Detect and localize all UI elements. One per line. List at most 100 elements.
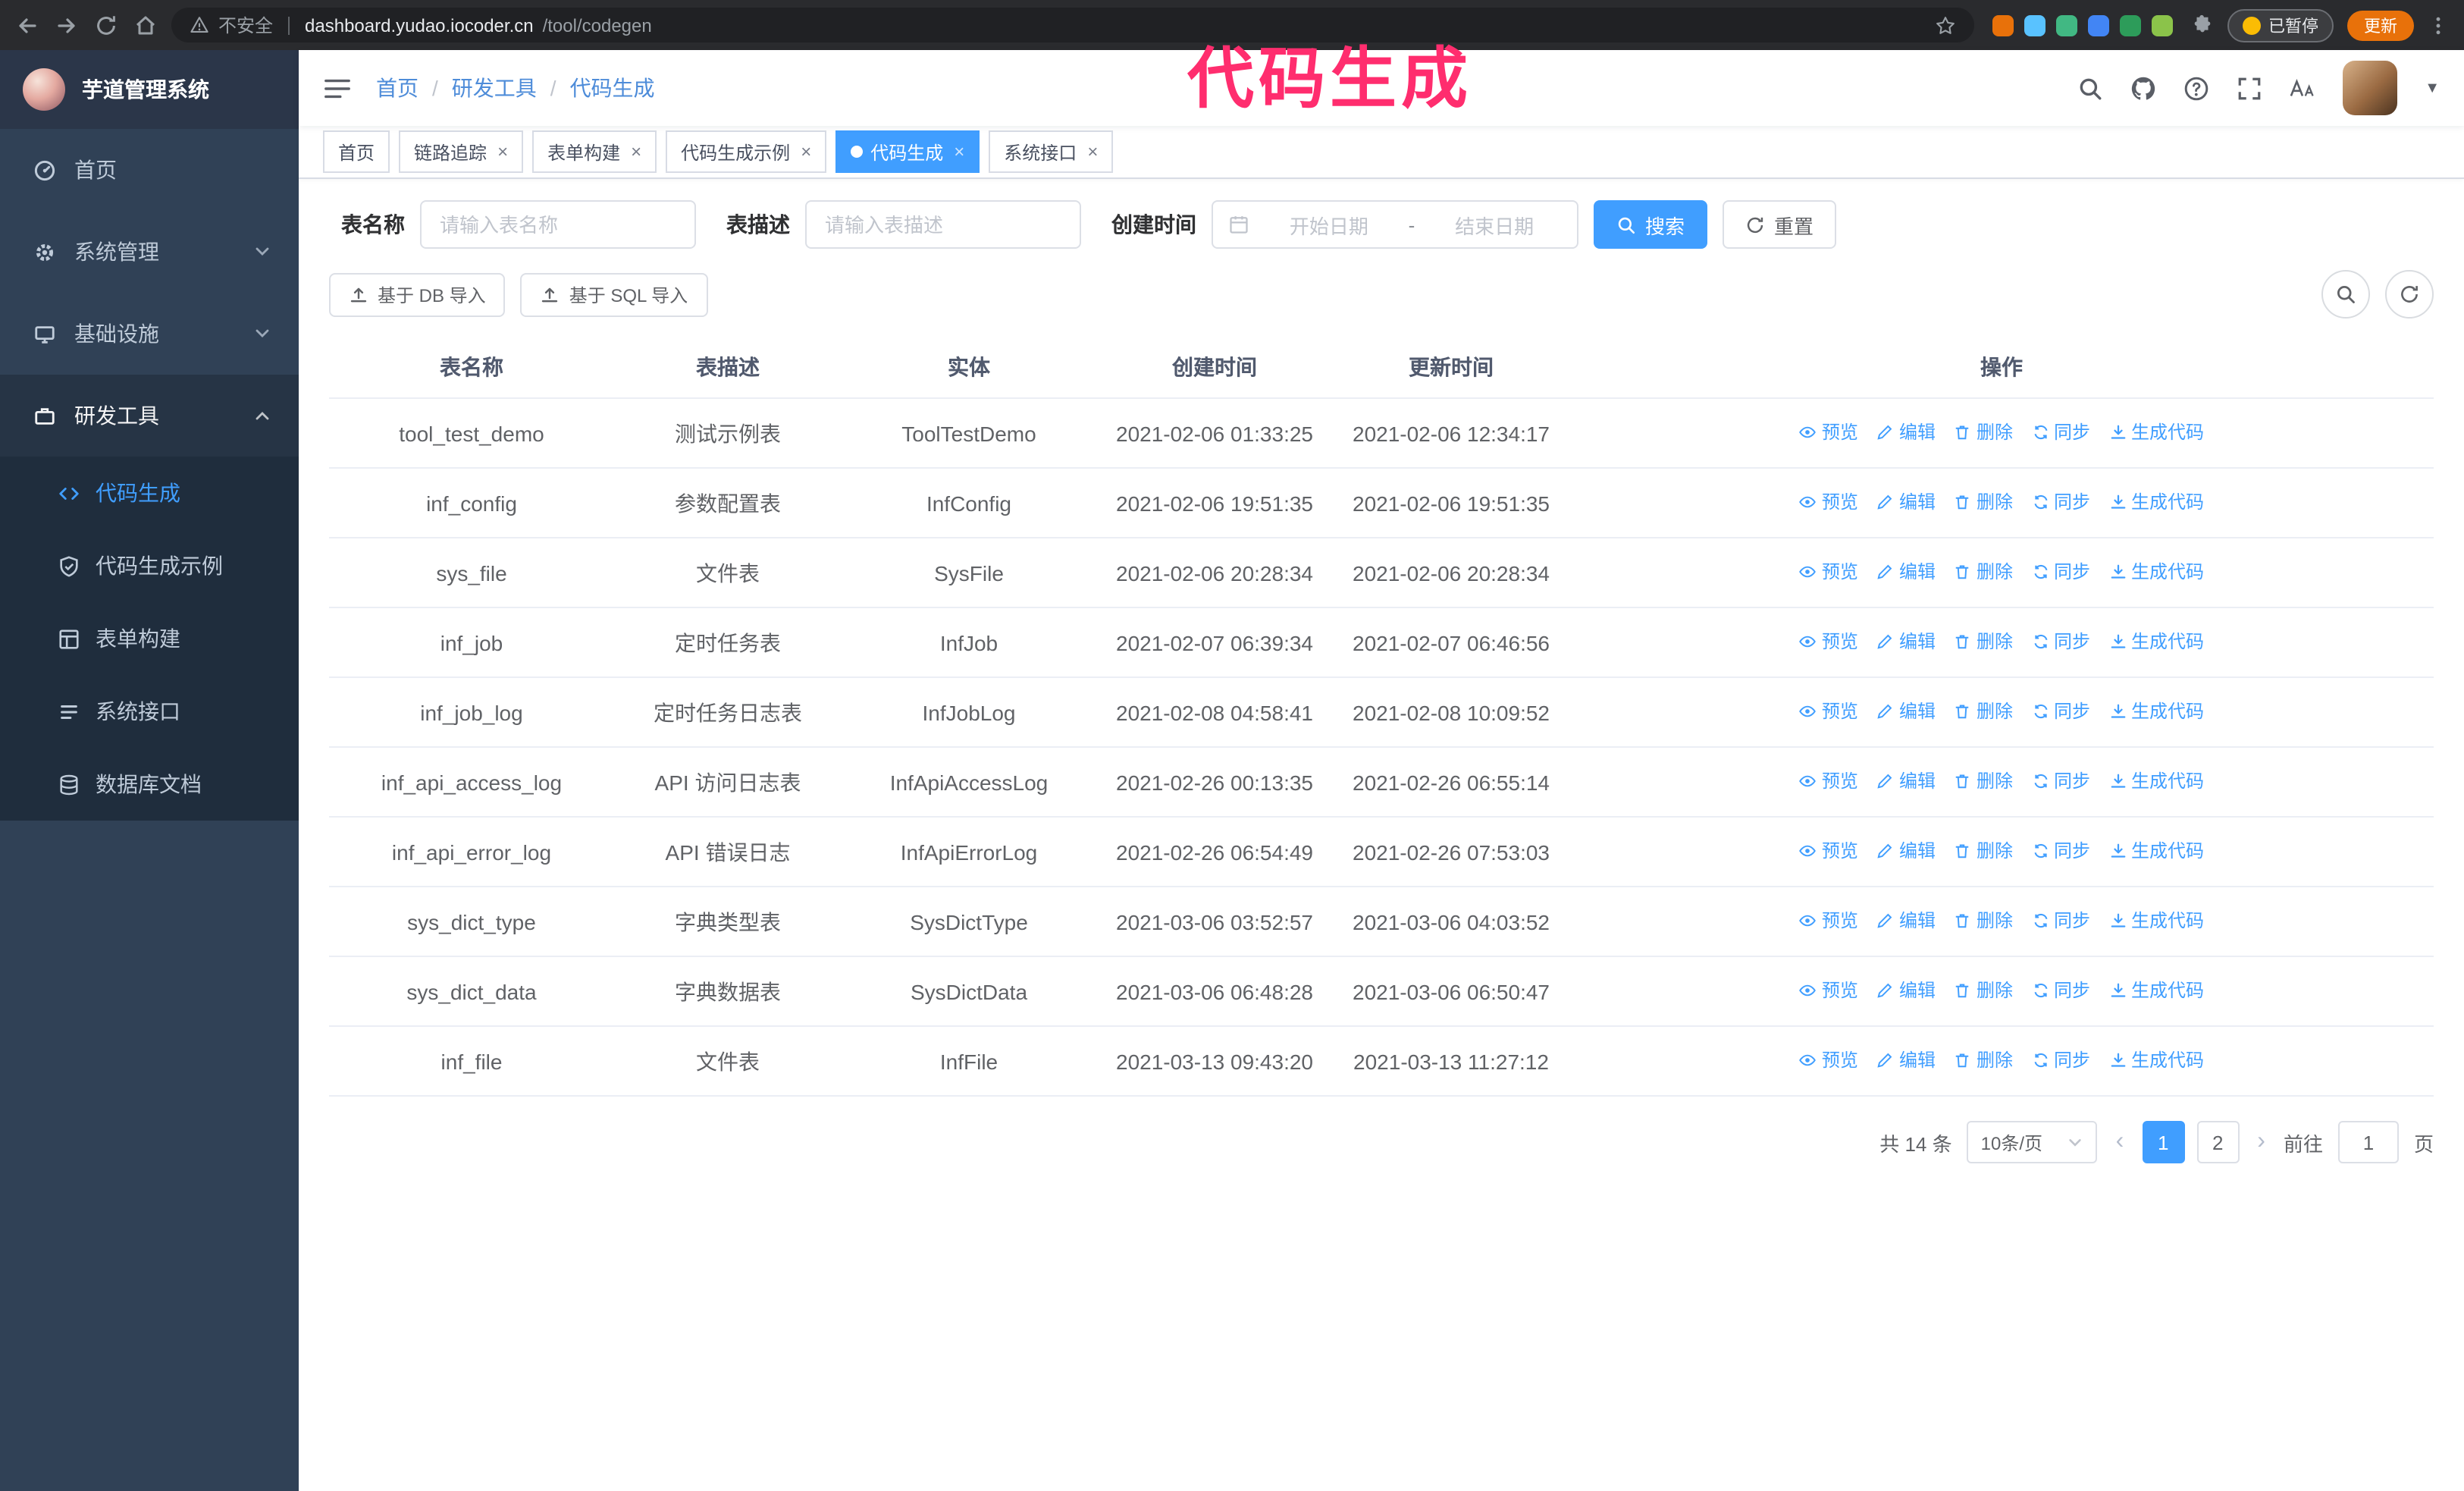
action-preview[interactable]: 预览 xyxy=(1799,416,1858,449)
action-preview[interactable]: 预览 xyxy=(1799,555,1858,589)
font-size-button[interactable] xyxy=(2290,75,2315,101)
breadcrumb-item[interactable]: 首页 xyxy=(376,73,419,103)
tab-trace[interactable]: 链路追踪 × xyxy=(399,130,524,173)
sidebar-item-dev-tools[interactable]: 研发工具 xyxy=(0,375,299,457)
action-sync[interactable]: 同步 xyxy=(2031,555,2090,589)
breadcrumb-item[interactable]: 代码生成 xyxy=(570,73,655,103)
extension-icon[interactable] xyxy=(2024,14,2045,36)
action-preview[interactable]: 预览 xyxy=(1799,904,1858,937)
tab-system-api[interactable]: 系统接口 × xyxy=(989,130,1114,173)
table-name-input[interactable] xyxy=(420,200,696,249)
sidebar-item-system[interactable]: 系统管理 xyxy=(0,211,299,293)
action-sync[interactable]: 同步 xyxy=(2031,416,2090,449)
tab-codegen[interactable]: 代码生成 × xyxy=(835,130,980,173)
action-sync[interactable]: 同步 xyxy=(2031,695,2090,728)
action-delete[interactable]: 删除 xyxy=(1954,625,2013,658)
action-sync[interactable]: 同步 xyxy=(2031,625,2090,658)
action-edit[interactable]: 编辑 xyxy=(1876,1044,1936,1077)
sidebar-subitem-system-api[interactable]: 系统接口 xyxy=(0,675,299,748)
action-sync[interactable]: 同步 xyxy=(2031,904,2090,937)
bookmark-star-icon[interactable] xyxy=(1935,14,1956,36)
action-delete[interactable]: 删除 xyxy=(1954,1044,2013,1077)
action-generate-code[interactable]: 生成代码 xyxy=(2108,555,2204,589)
action-generate-code[interactable]: 生成代码 xyxy=(2108,695,2204,728)
action-edit[interactable]: 编辑 xyxy=(1876,695,1936,728)
reload-button[interactable] xyxy=(94,13,118,37)
action-preview[interactable]: 预览 xyxy=(1799,764,1858,798)
action-preview[interactable]: 预览 xyxy=(1799,974,1858,1007)
action-edit[interactable]: 编辑 xyxy=(1876,904,1936,937)
address-bar[interactable]: 不安全 dashboard.yudao.iocoder.cn/tool/code… xyxy=(171,8,1974,42)
action-delete[interactable]: 删除 xyxy=(1954,764,2013,798)
close-icon[interactable]: × xyxy=(1087,141,1098,162)
prev-page-button[interactable]: ‹ xyxy=(2113,1128,2127,1156)
import-sql-button[interactable]: 基于 SQL 导入 xyxy=(520,272,708,316)
tab-home[interactable]: 首页 xyxy=(323,130,390,173)
action-delete[interactable]: 删除 xyxy=(1954,485,2013,519)
close-icon[interactable]: × xyxy=(954,141,964,162)
action-generate-code[interactable]: 生成代码 xyxy=(2108,485,2204,519)
action-delete[interactable]: 删除 xyxy=(1954,416,2013,449)
action-preview[interactable]: 预览 xyxy=(1799,485,1858,519)
tab-form-builder[interactable]: 表单构建 × xyxy=(532,130,657,173)
action-edit[interactable]: 编辑 xyxy=(1876,764,1936,798)
date-range-picker[interactable]: 开始日期 - 结束日期 xyxy=(1212,200,1578,249)
page-button-1[interactable]: 1 xyxy=(2142,1121,2185,1163)
close-icon[interactable]: × xyxy=(801,141,811,162)
action-preview[interactable]: 预览 xyxy=(1799,625,1858,658)
action-delete[interactable]: 删除 xyxy=(1954,555,2013,589)
action-edit[interactable]: 编辑 xyxy=(1876,834,1936,868)
action-generate-code[interactable]: 生成代码 xyxy=(2108,904,2204,937)
import-db-button[interactable]: 基于 DB 导入 xyxy=(329,272,506,316)
tab-codegen-example[interactable]: 代码生成示例 × xyxy=(666,130,827,173)
sidebar-subitem-db-doc[interactable]: 数据库文档 xyxy=(0,748,299,821)
logo[interactable]: 芋道管理系统 xyxy=(0,50,299,129)
update-button[interactable]: 更新 xyxy=(2347,10,2414,40)
action-generate-code[interactable]: 生成代码 xyxy=(2108,764,2204,798)
paused-badge[interactable]: 已暂停 xyxy=(2227,8,2334,42)
breadcrumb-item[interactable]: 研发工具 xyxy=(452,73,537,103)
action-preview[interactable]: 预览 xyxy=(1799,695,1858,728)
goto-page-input[interactable] xyxy=(2337,1121,2399,1163)
sidebar-item-infra[interactable]: 基础设施 xyxy=(0,293,299,375)
chevron-down-icon[interactable]: ▼ xyxy=(2425,80,2440,96)
question-button[interactable] xyxy=(2183,75,2209,101)
action-sync[interactable]: 同步 xyxy=(2031,974,2090,1007)
action-delete[interactable]: 删除 xyxy=(1954,834,2013,868)
action-sync[interactable]: 同步 xyxy=(2031,764,2090,798)
back-button[interactable] xyxy=(15,13,39,37)
forward-button[interactable] xyxy=(55,13,79,37)
action-sync[interactable]: 同步 xyxy=(2031,834,2090,868)
action-sync[interactable]: 同步 xyxy=(2031,485,2090,519)
action-generate-code[interactable]: 生成代码 xyxy=(2108,625,2204,658)
action-edit[interactable]: 编辑 xyxy=(1876,485,1936,519)
next-page-button[interactable]: › xyxy=(2254,1128,2268,1156)
sidebar-subitem-form-builder[interactable]: 表单构建 xyxy=(0,602,299,675)
table-desc-input[interactable] xyxy=(805,200,1081,249)
page-size-select[interactable]: 10条/页 xyxy=(1967,1121,2098,1163)
reset-button[interactable]: 重置 xyxy=(1723,200,1837,249)
fullscreen-button[interactable] xyxy=(2237,75,2262,101)
sidebar-item-home[interactable]: 首页 xyxy=(0,129,299,211)
github-button[interactable] xyxy=(2130,75,2156,101)
close-icon[interactable]: × xyxy=(631,141,641,162)
action-generate-code[interactable]: 生成代码 xyxy=(2108,1044,2204,1077)
action-delete[interactable]: 删除 xyxy=(1954,695,2013,728)
extension-icon[interactable] xyxy=(2056,14,2077,36)
extensions-puzzle-icon[interactable] xyxy=(2191,14,2214,36)
action-generate-code[interactable]: 生成代码 xyxy=(2108,974,2204,1007)
close-icon[interactable]: × xyxy=(497,141,508,162)
action-delete[interactable]: 删除 xyxy=(1954,974,2013,1007)
toggle-search-button[interactable] xyxy=(2321,270,2370,319)
refresh-table-button[interactable] xyxy=(2385,270,2434,319)
action-delete[interactable]: 删除 xyxy=(1954,904,2013,937)
extension-icon[interactable] xyxy=(2152,14,2173,36)
action-edit[interactable]: 编辑 xyxy=(1876,416,1936,449)
extension-icon[interactable] xyxy=(2120,14,2141,36)
extension-icon[interactable] xyxy=(2088,14,2109,36)
search-button[interactable]: 搜索 xyxy=(1594,200,1708,249)
avatar[interactable] xyxy=(2343,61,2398,115)
home-button[interactable] xyxy=(133,13,158,37)
action-generate-code[interactable]: 生成代码 xyxy=(2108,416,2204,449)
action-sync[interactable]: 同步 xyxy=(2031,1044,2090,1077)
